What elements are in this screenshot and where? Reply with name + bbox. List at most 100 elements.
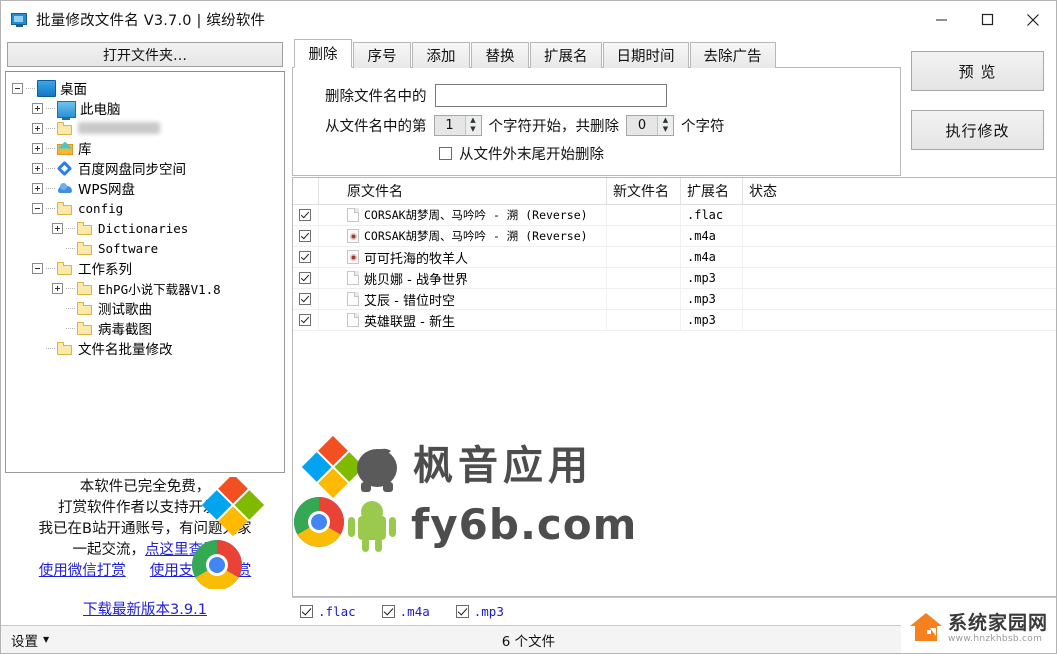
tab-5[interactable]: 扩展名: [530, 42, 602, 68]
row-checkbox[interactable]: [299, 230, 311, 242]
download-latest-link[interactable]: 下载最新版本3.9.1: [83, 602, 207, 618]
row-checkbox-cell[interactable]: [293, 310, 319, 330]
spinner-down-icon[interactable]: ▼: [466, 125, 481, 135]
tab-3[interactable]: 添加: [412, 42, 470, 68]
extension-filter-checkbox[interactable]: [381, 605, 395, 618]
promo-line-2: 打赏软件作者以支持开发。: [58, 500, 232, 516]
row-checkbox-cell[interactable]: [293, 268, 319, 288]
spinner-down-icon[interactable]: ▼: [658, 125, 673, 135]
tree-node[interactable]: 桌面: [12, 78, 284, 98]
delete-count-arrows[interactable]: ▲ ▼: [658, 115, 673, 135]
row-checkbox-cell[interactable]: [293, 205, 319, 225]
preview-button[interactable]: 预 览: [911, 51, 1044, 91]
tree-node-label: Software: [98, 240, 159, 256]
row-checkbox[interactable]: [299, 314, 311, 326]
folder-tree-panel[interactable]: 桌面此电脑库百度网盘同步空间 WPS网盘 config Dictionaries Sof…: [5, 71, 285, 473]
delete-count-stepper[interactable]: 0 ▲ ▼: [626, 114, 674, 136]
remove-text-input[interactable]: [434, 83, 667, 107]
tree-node[interactable]: EhPG小说下载器V1.8: [12, 278, 284, 298]
tab-4[interactable]: 替换: [471, 42, 529, 68]
new-name-cell: [607, 289, 681, 309]
maximize-icon[interactable]: [964, 1, 1010, 38]
row-checkbox-cell[interactable]: [293, 226, 319, 246]
extension-filter-checkbox[interactable]: [455, 605, 469, 618]
tree-node[interactable]: 测试歌曲: [12, 298, 284, 318]
start-position-arrows[interactable]: ▲ ▼: [465, 115, 481, 135]
original-name-cell: 可可托海的牧羊人: [319, 247, 607, 267]
extension-filter-checkbox[interactable]: [300, 605, 313, 618]
expand-icon[interactable]: [52, 222, 63, 234]
promo-line-4-prefix: 一起交流，: [72, 542, 146, 558]
tree-node[interactable]: Software: [12, 238, 284, 258]
tree-node[interactable]: 文件名批量修改: [12, 338, 284, 358]
tree-node[interactable]: 工作系列: [12, 258, 284, 278]
alipay-donate-link[interactable]: 使用支付宝打赏: [150, 561, 252, 582]
tree-node[interactable]: Dictionaries: [12, 218, 284, 238]
table-row[interactable]: 可可托海的牧羊人 .m4a: [293, 247, 1056, 268]
tab-7[interactable]: 去除广告: [689, 42, 776, 68]
collapse-icon[interactable]: [32, 262, 43, 274]
table-row[interactable]: 英雄联盟 - 新生 .mp3: [293, 310, 1056, 331]
row-checkbox[interactable]: [299, 272, 311, 284]
tree-node[interactable]: WPS网盘: [12, 178, 284, 198]
table-row[interactable]: CORSAK胡梦周、马吟吟 - 溯 (Reverse) .m4a: [293, 226, 1056, 247]
expand-icon[interactable]: [32, 162, 43, 174]
tree-node-label: WPS网盘: [78, 182, 136, 198]
expand-icon[interactable]: [32, 102, 43, 114]
collapse-icon[interactable]: [32, 202, 43, 214]
tree-connector: [46, 267, 55, 269]
table-row[interactable]: 姚贝娜 - 战争世界 .mp3: [293, 268, 1056, 289]
extension-filter[interactable]: .mp3: [455, 604, 504, 619]
execute-button[interactable]: 执行修改: [911, 110, 1044, 150]
header-select-all[interactable]: [293, 178, 319, 204]
tree-node[interactable]: 百度网盘同步空间: [12, 158, 284, 178]
promo-block: 本软件已完全免费， 打赏软件作者以支持开发。 我已在B站开通账号，有问题大家 一…: [5, 473, 285, 625]
row-checkbox-cell[interactable]: [293, 247, 319, 267]
tab-2[interactable]: 序号: [353, 42, 411, 68]
expand-icon[interactable]: [32, 122, 43, 134]
header-new-name[interactable]: 新文件名: [607, 178, 681, 204]
tree-node[interactable]: 此电脑: [12, 98, 284, 120]
row-checkbox-cell[interactable]: [293, 289, 319, 309]
wechat-donate-link[interactable]: 使用微信打赏: [39, 561, 126, 582]
folder-icon: [77, 281, 94, 296]
table-row[interactable]: 艾辰 - 错位时空 .mp3: [293, 289, 1056, 310]
tree-node[interactable]: [12, 118, 284, 138]
tail-delete-row[interactable]: 从文件外末尾开始删除: [293, 140, 900, 166]
tree-node-label: 文件名批量修改: [78, 342, 173, 358]
new-name-cell: [607, 226, 681, 246]
table-row[interactable]: CORSAK胡梦周、马吟吟 - 溯 (Reverse) .flac: [293, 205, 1056, 226]
app-window: 批量修改文件名 V3.7.0 | 缤纷软件 打开文件夹… 桌面 此电脑库百度网盘同…: [0, 0, 1057, 654]
tab-6[interactable]: 日期时间: [602, 42, 689, 68]
status-bar: 设置 ▼ 6 个文件: [1, 625, 1056, 653]
open-folder-button[interactable]: 打开文件夹…: [7, 42, 283, 67]
header-extension[interactable]: 扩展名: [681, 178, 743, 204]
bilibili-link[interactable]: 点这里查看: [145, 542, 218, 558]
spinner-up-icon[interactable]: ▲: [466, 116, 481, 126]
row-checkbox[interactable]: [299, 209, 311, 221]
header-original-name[interactable]: 原文件名: [319, 178, 607, 204]
start-position-stepper[interactable]: 1 ▲ ▼: [433, 114, 482, 136]
extension-filter[interactable]: .flac: [300, 604, 356, 619]
tree-node[interactable]: 病毒截图: [12, 318, 284, 338]
expand-icon[interactable]: [32, 142, 43, 154]
tree-node[interactable]: config: [12, 198, 284, 218]
extension-filter[interactable]: .m4a: [381, 604, 430, 619]
tail-delete-checkbox[interactable]: [439, 146, 452, 160]
brand-name: 系统家园网: [948, 611, 1049, 634]
original-file-name: 英雄联盟 - 新生: [364, 314, 455, 330]
tab-zone: 删除 序号 添加 替换 扩展名 日期时间 去除广告 删除文件名中的 从文件名中的第 1 ▲: [292, 39, 901, 176]
close-icon[interactable]: [1010, 1, 1056, 38]
header-status[interactable]: 状态: [743, 178, 903, 204]
tree-node-label: 此电脑: [80, 102, 121, 118]
expand-icon[interactable]: [52, 282, 63, 294]
row-checkbox[interactable]: [299, 251, 311, 263]
collapse-icon[interactable]: [12, 82, 23, 94]
tree-node[interactable]: 库: [12, 138, 284, 158]
row-checkbox[interactable]: [299, 293, 311, 305]
expand-icon[interactable]: [32, 182, 43, 194]
spinner-up-icon[interactable]: ▲: [658, 116, 673, 126]
minimize-icon[interactable]: [918, 1, 964, 38]
tab-1[interactable]: 删除: [294, 39, 352, 68]
document-icon: [347, 208, 359, 222]
